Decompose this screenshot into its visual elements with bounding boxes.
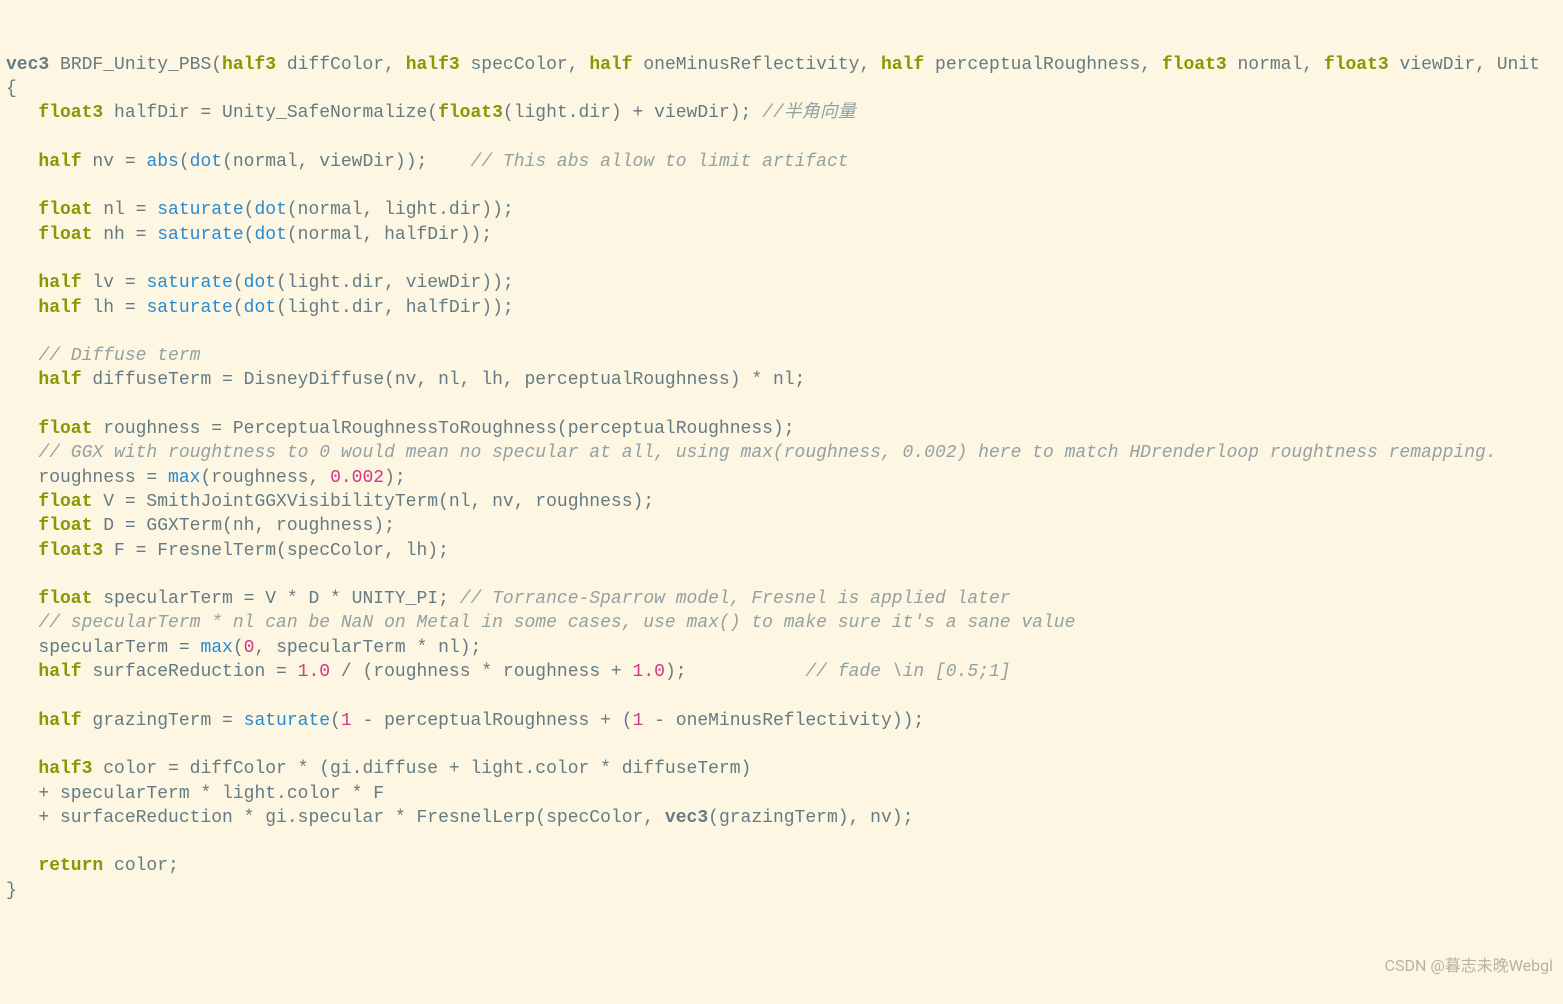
code-line: { (6, 79, 17, 99)
code-line: roughness = (6, 468, 168, 488)
code-line (6, 856, 38, 876)
code-line (6, 492, 38, 512)
code-line (6, 200, 38, 220)
code-line (6, 443, 38, 463)
code-line (6, 516, 38, 536)
code-line (6, 370, 38, 390)
code-line: } (6, 881, 17, 901)
code-line (6, 152, 38, 172)
code-block: vec3 BRDF_Unity_PBS(half3 diffColor, hal… (6, 53, 1563, 903)
code-line: + surfaceReduction * gi.specular * Fresn… (6, 808, 665, 828)
code-line (6, 419, 38, 439)
code-line (6, 541, 38, 561)
code-line (6, 589, 38, 609)
code-line (6, 273, 38, 293)
code-line (6, 662, 38, 682)
code-line: + specularTerm * light.color * F (6, 784, 384, 804)
code-line (6, 346, 38, 366)
code-line: specularTerm = (6, 638, 200, 658)
code-line (6, 711, 38, 731)
code-line (6, 225, 38, 245)
code-line (6, 613, 38, 633)
code-line: vec3 (6, 55, 49, 75)
code-line (6, 759, 38, 779)
code-line (6, 298, 38, 318)
code-line (6, 103, 38, 123)
watermark-text: CSDN @暮志未晚Webgl (1385, 954, 1553, 978)
